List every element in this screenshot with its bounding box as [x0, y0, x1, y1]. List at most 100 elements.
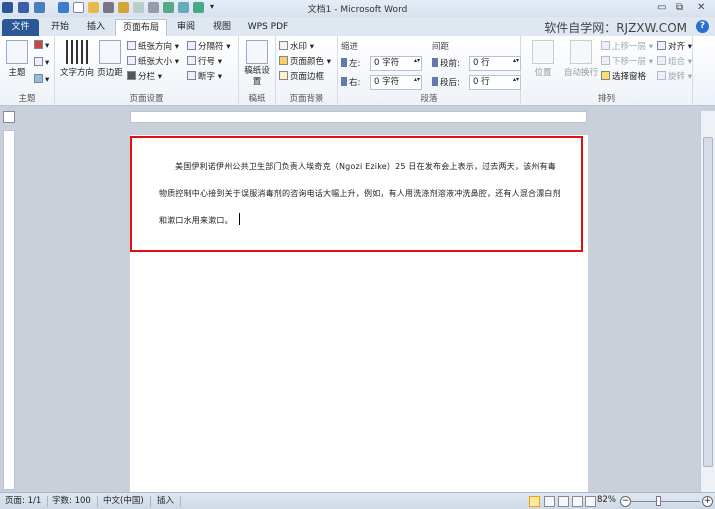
- group-manuscript: 稿纸设置 稿纸: [239, 36, 276, 106]
- theme-fonts-icon[interactable]: ▾: [34, 57, 49, 68]
- group-label-theme: 主题: [18, 94, 36, 104]
- spacing-after-input[interactable]: 0 行: [469, 75, 521, 90]
- hyphenation-button[interactable]: 断字 ▾: [187, 70, 222, 82]
- line-numbers-icon: [187, 56, 196, 65]
- group-paragraph: 缩进 间距 左: 0 字符 右: 0 字符 段前: 0 行 段后: 0 行 段落: [338, 36, 521, 106]
- manuscript-settings-button[interactable]: 稿纸设置: [243, 40, 271, 88]
- manuscript-settings-label: 稿纸设置: [244, 66, 270, 87]
- group-label-page-background: 页面背景: [289, 94, 324, 104]
- outline-view-icon[interactable]: [572, 496, 583, 507]
- group-label-arrange: 排列: [597, 94, 615, 104]
- spacing-after-label: 段后:: [432, 76, 460, 88]
- watermark-button[interactable]: 水印 ▾: [279, 40, 314, 52]
- page-borders-button[interactable]: 页面边框: [279, 70, 324, 82]
- zoom-slider[interactable]: [630, 501, 700, 502]
- theme-icon: [6, 40, 28, 64]
- ribbon-tabs: 文件 开始 插入 页面布局 审阅 视图 WPS PDF 软件自学网：RJZXW.…: [0, 17, 715, 36]
- selection-pane-button[interactable]: 选择窗格: [601, 70, 646, 82]
- print-layout-view-icon[interactable]: [529, 496, 540, 507]
- text-direction-button[interactable]: 文字方向: [59, 40, 95, 78]
- page-color-button[interactable]: 页面颜色 ▾: [279, 55, 331, 67]
- bring-forward-button[interactable]: 上移一层 ▾: [601, 40, 653, 52]
- draft-view-icon[interactable]: [585, 496, 596, 507]
- text-direction-icon: [66, 40, 88, 64]
- columns-button[interactable]: 分栏 ▾: [127, 70, 162, 82]
- tab-file[interactable]: 文件: [2, 19, 39, 36]
- orientation-button[interactable]: 纸张方向 ▾: [127, 40, 179, 52]
- text-direction-label: 文字方向: [59, 68, 94, 78]
- indent-left-label: 左:: [341, 57, 360, 69]
- theme-colors-icon[interactable]: ▾: [34, 40, 49, 51]
- position-icon: [532, 40, 554, 64]
- columns-icon: [127, 71, 136, 80]
- wrap-text-icon: [570, 40, 592, 64]
- position-button[interactable]: 位置: [529, 40, 557, 78]
- ribbon: 主题 ▾ ▾ ▾ 主题 文字方向 页边距 纸张方向 ▾ 纸张大小 ▾ 分栏 ▾ …: [0, 36, 715, 106]
- spacing-heading: 间距: [432, 42, 450, 52]
- indent-right-label: 右:: [341, 76, 360, 88]
- horizontal-ruler[interactable]: [130, 111, 587, 123]
- size-button[interactable]: 纸张大小 ▾: [127, 55, 179, 67]
- minimize-button[interactable]: ▭: [657, 2, 666, 13]
- ruler-toggle-button[interactable]: [3, 111, 15, 123]
- zoom-in-button[interactable]: +: [702, 496, 713, 507]
- orientation-icon: [127, 41, 136, 50]
- title-bar: ▾ 文档1 - Microsoft Word ▭ ⧉ ✕: [0, 0, 715, 17]
- highlight-box: [130, 136, 583, 252]
- hyphenation-icon: [187, 71, 196, 80]
- tab-insert[interactable]: 插入: [80, 19, 112, 36]
- indent-left-input[interactable]: 0 字符: [370, 56, 422, 71]
- zoom-level[interactable]: 82%: [597, 495, 616, 505]
- group-theme: 主题 ▾ ▾ ▾ 主题: [0, 36, 55, 106]
- scrollbar-thumb[interactable]: [703, 137, 713, 467]
- help-icon[interactable]: ?: [696, 20, 709, 33]
- tab-home[interactable]: 开始: [44, 19, 76, 36]
- rotate-button[interactable]: 旋转 ▾: [657, 70, 692, 82]
- breaks-button[interactable]: 分隔符 ▾: [187, 40, 230, 52]
- line-numbers-button[interactable]: 行号 ▾: [187, 55, 222, 67]
- restore-button[interactable]: ⧉: [676, 2, 683, 13]
- spacing-before-label: 段前:: [432, 57, 460, 69]
- language-indicator[interactable]: 中文(中国): [103, 496, 151, 507]
- indent-right-input[interactable]: 0 字符: [370, 75, 422, 90]
- watermark-icon: [279, 41, 288, 50]
- margins-label: 页边距: [97, 68, 123, 78]
- group-label-paragraph: 段落: [420, 94, 438, 104]
- margins-button[interactable]: 页边距: [96, 40, 124, 78]
- full-screen-view-icon[interactable]: [544, 496, 555, 507]
- theme-effects-icon[interactable]: ▾: [34, 74, 49, 85]
- tab-wps-pdf[interactable]: WPS PDF: [242, 19, 294, 36]
- group-page-setup: 文字方向 页边距 纸张方向 ▾ 纸张大小 ▾ 分栏 ▾ 分隔符 ▾ 行号 ▾ 断…: [55, 36, 239, 106]
- close-button[interactable]: ✕: [697, 2, 705, 13]
- vertical-ruler[interactable]: [3, 130, 15, 490]
- align-button[interactable]: 对齐 ▾: [657, 40, 692, 52]
- spacing-before-input[interactable]: 0 行: [469, 56, 521, 71]
- group-arrange: 位置 自动换行 上移一层 ▾ 下移一层 ▾ 选择窗格 对齐 ▾ 组合 ▾ 旋转 …: [521, 36, 693, 106]
- send-backward-button[interactable]: 下移一层 ▾: [601, 55, 653, 67]
- status-bar: 页面: 1/1 字数: 100 中文(中国) 插入 82% − +: [0, 492, 715, 509]
- tab-review[interactable]: 审阅: [170, 19, 202, 36]
- group-label-page-setup: 页面设置: [129, 94, 164, 104]
- page-count[interactable]: 页面: 1/1: [5, 496, 49, 507]
- wrap-text-button[interactable]: 自动换行: [559, 40, 603, 78]
- brand-watermark-text: 软件自学网：RJZXW.COM: [544, 21, 687, 35]
- window-title: 文档1 - Microsoft Word: [307, 5, 408, 15]
- tab-view[interactable]: 视图: [206, 19, 238, 36]
- size-icon: [127, 56, 136, 65]
- margins-icon: [99, 40, 121, 64]
- theme-button[interactable]: 主题: [4, 40, 30, 78]
- indent-heading: 缩进: [341, 42, 359, 52]
- tab-page-layout[interactable]: 页面布局: [115, 19, 167, 36]
- web-layout-view-icon[interactable]: [558, 496, 569, 507]
- zoom-slider-handle[interactable]: [656, 496, 661, 506]
- word-count[interactable]: 字数: 100: [52, 496, 98, 507]
- manuscript-icon: [246, 40, 268, 64]
- group-objects-button[interactable]: 组合 ▾: [657, 55, 692, 67]
- page-color-icon: [279, 56, 288, 65]
- vertical-scrollbar[interactable]: [700, 111, 715, 492]
- breaks-icon: [187, 41, 196, 50]
- group-label-manuscript: 稿纸: [248, 94, 266, 104]
- page-borders-icon: [279, 71, 288, 80]
- insert-mode[interactable]: 插入: [157, 496, 182, 507]
- theme-button-label: 主题: [8, 68, 26, 78]
